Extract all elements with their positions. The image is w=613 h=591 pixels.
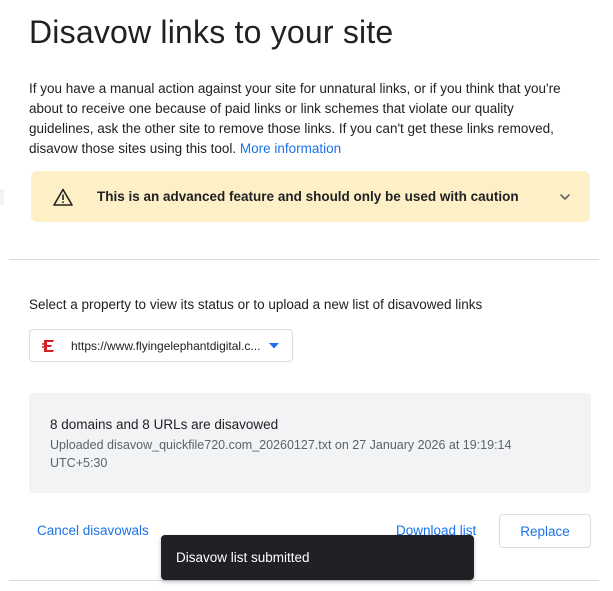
page-title: Disavow links to your site <box>29 14 394 50</box>
advanced-feature-warning[interactable]: This is an advanced feature and should o… <box>31 171 590 222</box>
disavow-page: Disavow links to your site If you have a… <box>0 0 613 591</box>
chevron-down-icon[interactable] <box>558 190 572 204</box>
replace-button[interactable]: Replace <box>499 514 591 548</box>
bottom-divider <box>9 580 599 581</box>
warning-text: This is an advanced feature and should o… <box>97 189 519 204</box>
upload-details: Uploaded disavow_quickfile720.com_202601… <box>50 438 512 470</box>
side-marker <box>0 189 4 205</box>
property-dropdown[interactable]: https://www.flyingelephantdigital.c... <box>29 329 293 362</box>
property-select-label: Select a property to view its status or … <box>29 297 483 312</box>
site-favicon-icon <box>41 337 57 354</box>
disavow-status-panel: 8 domains and 8 URLs are disavowed Uploa… <box>29 393 591 493</box>
cancel-disavowals-button[interactable]: Cancel disavowals <box>37 523 149 538</box>
caret-down-icon <box>269 342 280 349</box>
selected-property: https://www.flyingelephantdigital.c... <box>71 338 261 353</box>
warning-triangle-icon <box>53 188 73 206</box>
disavow-summary: 8 domains and 8 URLs are disavowed <box>50 417 279 432</box>
toast-message: Disavow list submitted <box>176 550 310 565</box>
more-information-link[interactable]: More information <box>240 141 341 156</box>
snackbar-toast: Disavow list submitted <box>161 535 474 580</box>
section-divider <box>9 259 599 260</box>
intro-paragraph: If you have a manual action against your… <box>29 79 574 159</box>
